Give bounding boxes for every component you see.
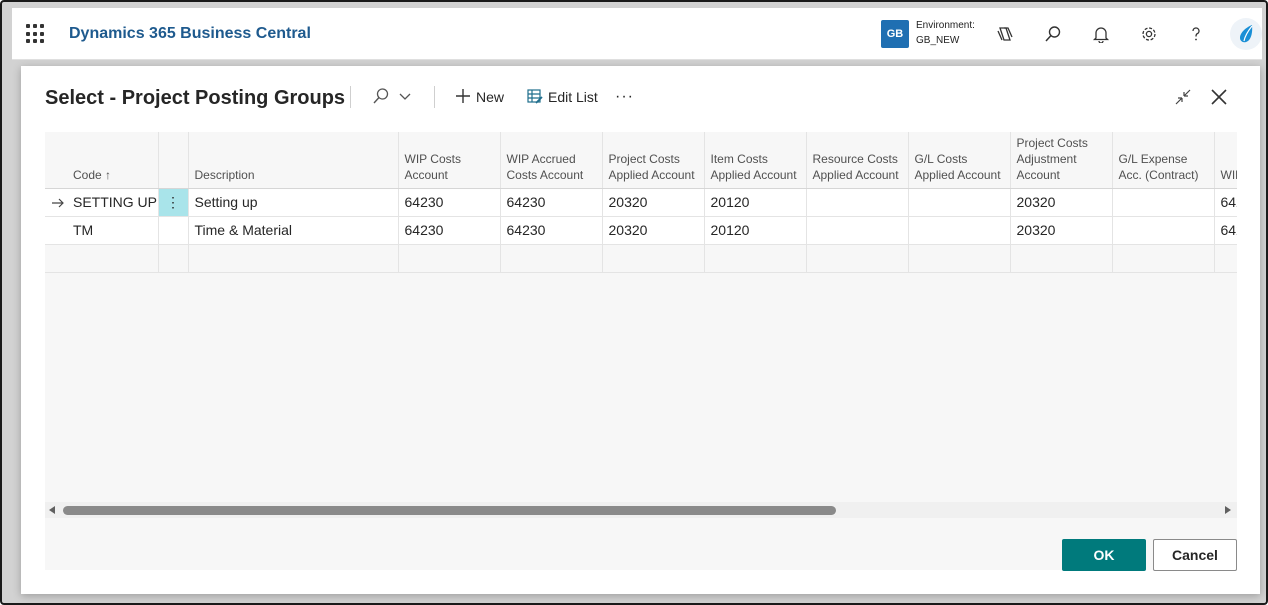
row-code-cell[interactable]: TM: [45, 216, 159, 245]
environment-label: Environment:: [916, 20, 975, 31]
copilot-icon[interactable]: [993, 22, 1017, 46]
wip-accrued-costs-account-cell[interactable]: 64230: [500, 216, 603, 245]
search-icon: [372, 87, 395, 108]
environment-badge[interactable]: GB: [881, 20, 909, 48]
app-title[interactable]: Dynamics 365 Business Central: [69, 25, 311, 43]
empty-cell[interactable]: [1112, 244, 1215, 273]
gl-expense-acc-contract-cell[interactable]: [1112, 188, 1215, 217]
row-actions-menu[interactable]: ⋮: [158, 188, 189, 217]
code-value: SETTING UP: [73, 194, 158, 210]
empty-cell[interactable]: [1010, 244, 1113, 273]
plus-icon: [455, 88, 476, 107]
scroll-right-icon[interactable]: [1225, 506, 1231, 514]
project-costs-adjustment-account-cell[interactable]: 20320: [1010, 188, 1113, 217]
gl-costs-applied-account-cell[interactable]: [908, 188, 1011, 217]
edit-list-label: Edit List: [548, 89, 598, 105]
edit-list-icon: [527, 88, 548, 107]
scrollbar-thumb[interactable]: [63, 506, 836, 515]
account-logo-icon[interactable]: [1230, 18, 1262, 50]
table-row[interactable]: SETTING UP ⋮ Setting up 64230 64230 2032…: [45, 188, 1237, 217]
window-frame: Dynamics 365 Business Central GB Environ…: [0, 0, 1268, 605]
new-row[interactable]: [45, 244, 1237, 273]
empty-cell[interactable]: [158, 244, 189, 273]
dialog-title: Select - Project Posting Groups: [45, 87, 346, 109]
empty-cell[interactable]: [500, 244, 603, 273]
empty-cell[interactable]: [1214, 244, 1237, 273]
new-button[interactable]: New: [455, 84, 504, 110]
app-bar: Dynamics 365 Business Central GB Environ…: [12, 8, 1262, 60]
close-icon[interactable]: [1208, 86, 1230, 108]
empty-cell[interactable]: [806, 244, 909, 273]
more-options-button[interactable]: ···: [615, 84, 634, 110]
row-code-cell[interactable]: SETTING UP: [45, 188, 159, 217]
empty-cell[interactable]: [704, 244, 807, 273]
wip-accrued-costs-account-cell[interactable]: 64230: [500, 188, 603, 217]
gl-expense-acc-contract-cell[interactable]: [1112, 216, 1215, 245]
row-actions-menu[interactable]: [158, 216, 189, 245]
column-header-project-costs-applied-account[interactable]: Project Costs Applied Account: [602, 132, 705, 189]
column-header-actions: [158, 132, 189, 189]
empty-cell[interactable]: [602, 244, 705, 273]
search-dropdown-button[interactable]: [372, 84, 416, 110]
grid-empty-area: [45, 272, 1237, 570]
scroll-left-icon[interactable]: [49, 506, 55, 514]
search-icon[interactable]: [1041, 22, 1065, 46]
column-header-project-costs-adjustment-account[interactable]: Project Costs Adjustment Account: [1010, 132, 1113, 189]
row-arrow-icon: [51, 196, 65, 212]
wip-costs-account-cell[interactable]: 64230: [398, 188, 501, 217]
collapse-icon[interactable]: [1172, 86, 1194, 108]
empty-cell[interactable]: [188, 244, 399, 273]
new-button-label: New: [476, 89, 505, 105]
bell-icon[interactable]: [1089, 22, 1113, 46]
item-costs-applied-account-cell[interactable]: 20120: [704, 188, 807, 217]
gl-costs-applied-account-cell[interactable]: [908, 216, 1011, 245]
wip-costs-account-cell[interactable]: 64230: [398, 216, 501, 245]
app-launcher-icon[interactable]: [26, 24, 46, 44]
horizontal-scrollbar[interactable]: [45, 502, 1237, 518]
empty-cell[interactable]: [908, 244, 1011, 273]
wip-sales-cell[interactable]: 64230: [1214, 216, 1237, 245]
column-header-item-costs-applied-account[interactable]: Item Costs Applied Account: [704, 132, 807, 189]
column-header-code[interactable]: Code ↑: [45, 132, 159, 189]
column-header-gl-expense-acc-contract[interactable]: G/L Expense Acc. (Contract): [1112, 132, 1215, 189]
item-costs-applied-account-cell[interactable]: 20120: [704, 216, 807, 245]
wip-sales-cell[interactable]: 64230: [1214, 188, 1237, 217]
resource-costs-applied-account-cell[interactable]: [806, 188, 909, 217]
column-header-wip-accrued-costs-account[interactable]: WIP Accrued Costs Account: [500, 132, 603, 189]
help-icon[interactable]: [1184, 22, 1208, 46]
grid-header-row: Code ↑ Description WIP Costs Account WIP…: [45, 132, 1237, 189]
gear-icon[interactable]: [1137, 22, 1161, 46]
toolbar-divider: [350, 86, 351, 108]
environment-value: GB_NEW: [916, 35, 960, 46]
column-header-wip-sales[interactable]: WIP Sales: [1214, 132, 1237, 189]
project-costs-adjustment-account-cell[interactable]: 20320: [1010, 216, 1113, 245]
code-value: TM: [73, 222, 94, 238]
column-header-resource-costs-applied-account[interactable]: Resource Costs Applied Account: [806, 132, 909, 189]
table-row[interactable]: TM Time & Material 64230 64230 20320 201…: [45, 216, 1237, 245]
column-header-gl-costs-applied-account[interactable]: G/L Costs Applied Account: [908, 132, 1011, 189]
project-costs-applied-account-cell[interactable]: 20320: [602, 216, 705, 245]
toolbar-divider: [434, 86, 435, 108]
empty-cell[interactable]: [398, 244, 501, 273]
column-header-wip-costs-account[interactable]: WIP Costs Account: [398, 132, 501, 189]
ok-button[interactable]: OK: [1062, 539, 1146, 571]
project-costs-applied-account-cell[interactable]: 20320: [602, 188, 705, 217]
column-header-description[interactable]: Description: [188, 132, 399, 189]
resource-costs-applied-account-cell[interactable]: [806, 216, 909, 245]
cancel-button[interactable]: Cancel: [1153, 539, 1237, 571]
chevron-down-icon: [399, 89, 416, 105]
edit-list-button[interactable]: Edit List: [527, 84, 598, 110]
description-cell[interactable]: Setting up: [188, 188, 399, 217]
empty-cell[interactable]: [45, 244, 159, 273]
description-cell[interactable]: Time & Material: [188, 216, 399, 245]
select-dialog: Select - Project Posting Groups New Edit…: [21, 66, 1260, 594]
